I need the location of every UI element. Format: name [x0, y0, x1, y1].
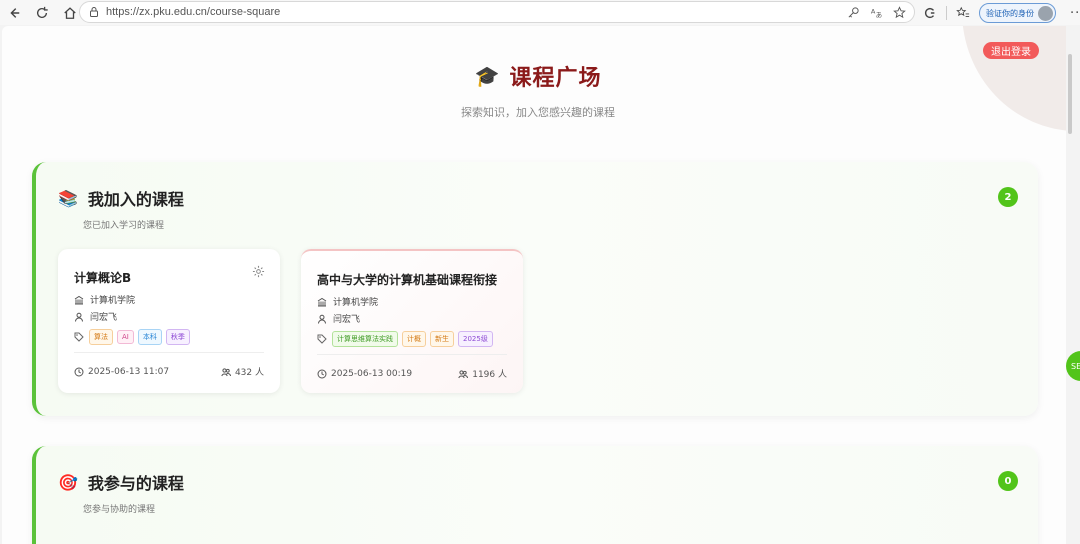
card-divider: [74, 352, 264, 353]
profile-button[interactable]: 验证你的身份: [979, 3, 1056, 23]
gear-icon[interactable]: [252, 265, 265, 278]
favorite-star-icon[interactable]: [892, 5, 906, 19]
tag-list: 算法 AI 本科 秋季: [74, 329, 190, 345]
graduation-cap-icon: 🎓: [474, 64, 500, 88]
tag: 2025级: [458, 331, 493, 347]
teacher-label: 闫宏飞: [90, 313, 118, 323]
key-icon[interactable]: [846, 5, 860, 19]
course-count-badge: 0: [998, 471, 1018, 491]
users-icon: [458, 369, 469, 378]
card-footer: 2025-06-13 11:07 432 人: [74, 365, 264, 378]
scrollbar-thumb[interactable]: [1068, 54, 1072, 134]
course-card[interactable]: 计算概论B 计算机学院 闫宏飞 算法 AI 本科 秋季 2025-06-13 1…: [58, 249, 280, 393]
svg-text:あ: あ: [875, 11, 882, 19]
page-viewport: 退出登录 🎓 课程广场 探索知识，加入您感兴趣的课程 📚 我加入的课程 您已加入…: [2, 26, 1074, 544]
favorites-icon[interactable]: [955, 5, 971, 21]
tag-list: 计算思维算法实践 计概 新生 2025级: [317, 331, 493, 347]
avatar: [1038, 5, 1053, 21]
profile-label: 验证你的身份: [986, 8, 1034, 18]
page-title: 课程广场: [509, 66, 602, 91]
address-bar[interactable]: https://zx.pku.edu.cn/course-square Aあ: [79, 1, 915, 23]
members-text: 432 人: [234, 368, 264, 378]
joined-courses-section: 📚 我加入的课程 您已加入学习的课程 2 计算概论B 计算机学院 闫宏飞 算法 …: [32, 162, 1038, 416]
toolbar-separator: [946, 6, 947, 20]
tag: 计概: [402, 331, 426, 347]
course-card[interactable]: 高中与大学的计算机基础课程衔接 计算机学院 闫宏飞 计算思维算法实践 计概 新生…: [301, 249, 523, 393]
course-department: 计算机学院: [74, 293, 135, 306]
card-divider: [317, 354, 507, 355]
users-icon: [221, 367, 231, 376]
browser-toolbar: https://zx.pku.edu.cn/course-square Aあ 验…: [0, 0, 1080, 25]
section-title: 我加入的课程: [87, 190, 184, 209]
tag: 新生: [430, 331, 454, 347]
created-date: 2025-06-13 00:19: [317, 367, 412, 380]
clock-icon: [74, 367, 84, 376]
page-subtitle: 探索知识，加入您感兴趣的课程: [461, 106, 615, 119]
member-count: 1196 人: [458, 367, 507, 380]
back-icon[interactable]: [3, 2, 25, 24]
user-icon: [75, 312, 83, 322]
home-icon[interactable]: [59, 2, 81, 24]
tag: 本科: [137, 329, 162, 345]
members-text: 1196 人: [472, 370, 507, 380]
card-footer: 2025-06-13 00:19 1196 人: [317, 367, 507, 380]
department-label: 计算机学院: [90, 296, 136, 306]
course-title: 高中与大学的计算机基础课程衔接: [317, 273, 498, 287]
tag-icon: [317, 334, 327, 344]
course-teacher: 闫宏飞: [74, 310, 117, 323]
url-text: https://zx.pku.edu.cn/course-square: [106, 6, 281, 18]
extension-icon[interactable]: [922, 5, 938, 21]
user-icon: [318, 314, 326, 324]
teacher-label: 闫宏飞: [333, 315, 361, 325]
section-subtitle: 您已加入学习的课程: [83, 221, 165, 231]
building-icon: [74, 295, 84, 304]
tag: 算法: [89, 329, 113, 345]
building-icon: [317, 297, 327, 306]
clock-icon: [317, 369, 327, 378]
tag: AI: [117, 330, 134, 344]
refresh-icon[interactable]: [31, 2, 53, 24]
scrollbar[interactable]: [1066, 26, 1074, 544]
department-label: 计算机学院: [333, 298, 379, 308]
course-teacher: 闫宏飞: [317, 312, 360, 325]
target-icon: 🎯: [58, 472, 78, 492]
more-menu-icon[interactable]: ···: [1070, 6, 1080, 21]
translate-icon[interactable]: Aあ: [869, 5, 883, 19]
page-header: 🎓 课程广场: [2, 60, 1074, 92]
tag: 计算思维算法实践: [332, 331, 398, 347]
course-count-badge: 2: [998, 187, 1018, 207]
section-title: 我参与的课程: [87, 474, 184, 493]
tag-icon: [74, 332, 84, 342]
member-count: 432 人: [221, 365, 264, 378]
course-department: 计算机学院: [317, 295, 378, 308]
logout-button[interactable]: 退出登录: [983, 42, 1039, 59]
date-text: 2025-06-13 11:07: [88, 366, 170, 377]
course-title: 计算概论B: [74, 271, 132, 285]
participated-courses-section: 🎯 我参与的课程 您参与协助的课程 0: [32, 446, 1038, 544]
site-info-icon[interactable]: [88, 6, 100, 18]
date-text: 2025-06-13 00:19: [331, 368, 413, 379]
tag: 秋季: [165, 329, 190, 345]
books-icon: 📚: [58, 188, 78, 208]
section-subtitle: 您参与协助的课程: [83, 505, 156, 515]
created-date: 2025-06-13 11:07: [74, 365, 169, 378]
